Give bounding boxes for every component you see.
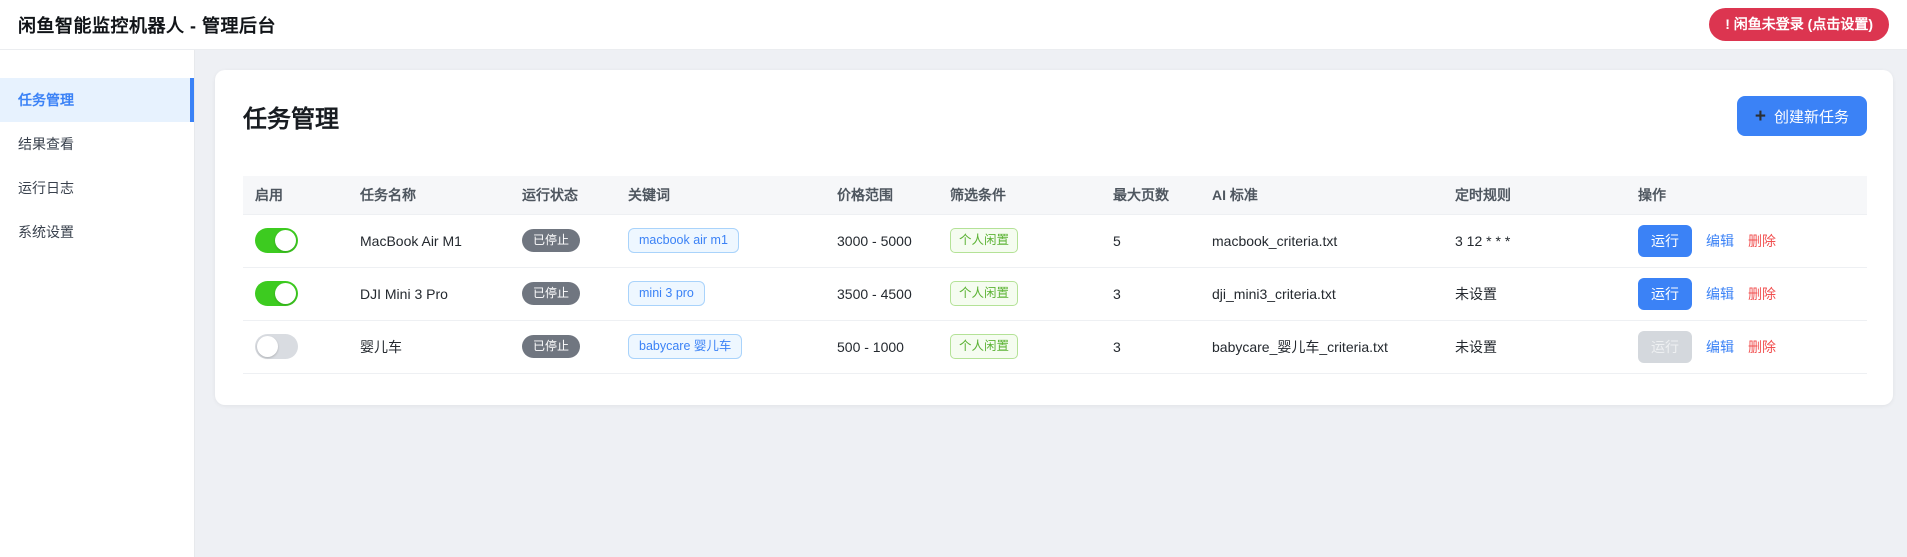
task-name: MacBook Air M1: [348, 214, 510, 267]
run-button: 运行: [1638, 331, 1692, 363]
task-management-card: 任务管理 + 创建新任务 启用 任务名称 运行状态: [215, 70, 1893, 405]
edit-button[interactable]: 编辑: [1706, 337, 1734, 357]
status-badge: 已停止: [522, 335, 580, 357]
status-badge: 已停止: [522, 282, 580, 304]
col-ai-criteria: AI 标准: [1200, 176, 1443, 214]
task-name: DJI Mini 3 Pro: [348, 267, 510, 320]
sidebar-item-settings[interactable]: 系统设置: [0, 210, 194, 254]
main-content: 任务管理 + 创建新任务 启用 任务名称 运行状态: [195, 50, 1907, 557]
edit-button[interactable]: 编辑: [1706, 284, 1734, 304]
sidebar-item-label: 系统设置: [18, 222, 74, 242]
table-row: DJI Mini 3 Pro 已停止 mini 3 pro 3500 - 450…: [243, 267, 1867, 320]
task-table: 启用 任务名称 运行状态 关键词 价格范围 筛选条件 最大页数 AI 标准 定时…: [243, 176, 1867, 374]
enable-toggle[interactable]: [255, 281, 298, 306]
filter-tag: 个人闲置: [950, 334, 1018, 358]
schedule-rule: 未设置: [1443, 267, 1626, 320]
col-task-name: 任务名称: [348, 176, 510, 214]
create-task-label: 创建新任务: [1774, 106, 1849, 127]
delete-button[interactable]: 删除: [1748, 337, 1776, 357]
filter-tag: 个人闲置: [950, 228, 1018, 252]
sidebar-item-results[interactable]: 结果查看: [0, 122, 194, 166]
keyword-tag: babycare 婴儿车: [628, 334, 742, 359]
table-row: 婴儿车 已停止 babycare 婴儿车 500 - 1000 个人闲置 3 b…: [243, 320, 1867, 373]
max-pages: 3: [1101, 267, 1200, 320]
col-schedule: 定时规则: [1443, 176, 1626, 214]
max-pages: 3: [1101, 320, 1200, 373]
col-enable: 启用: [243, 176, 348, 214]
schedule-rule: 3 12 * * *: [1443, 214, 1626, 267]
schedule-rule: 未设置: [1443, 320, 1626, 373]
col-price-range: 价格范围: [825, 176, 938, 214]
delete-button[interactable]: 删除: [1748, 284, 1776, 304]
ai-criteria-file: dji_mini3_criteria.txt: [1200, 267, 1443, 320]
price-range: 3500 - 4500: [825, 267, 938, 320]
status-badge: 已停止: [522, 229, 580, 251]
toggle-knob: [257, 336, 278, 357]
sidebar-item-label: 任务管理: [18, 90, 74, 110]
col-run-status: 运行状态: [510, 176, 616, 214]
app-title: 闲鱼智能监控机器人 - 管理后台: [18, 12, 276, 38]
sidebar-item-logs[interactable]: 运行日志: [0, 166, 194, 210]
sidebar-item-label: 结果查看: [18, 134, 74, 154]
keyword-tag: macbook air m1: [628, 228, 739, 253]
run-button[interactable]: 运行: [1638, 225, 1692, 257]
task-name: 婴儿车: [348, 320, 510, 373]
ai-criteria-file: macbook_criteria.txt: [1200, 214, 1443, 267]
filter-tag: 个人闲置: [950, 281, 1018, 305]
price-range: 3000 - 5000: [825, 214, 938, 267]
col-filter: 筛选条件: [938, 176, 1101, 214]
price-range: 500 - 1000: [825, 320, 938, 373]
login-warning-badge[interactable]: ! 闲鱼未登录 (点击设置): [1709, 8, 1889, 40]
create-task-button[interactable]: + 创建新任务: [1737, 96, 1867, 136]
enable-toggle[interactable]: [255, 228, 298, 253]
sidebar-item-task-management[interactable]: 任务管理: [0, 78, 194, 122]
keyword-tag: mini 3 pro: [628, 281, 705, 306]
sidebar-item-label: 运行日志: [18, 178, 74, 198]
col-keyword: 关键词: [616, 176, 825, 214]
edit-button[interactable]: 编辑: [1706, 231, 1734, 251]
top-bar: 闲鱼智能监控机器人 - 管理后台 ! 闲鱼未登录 (点击设置): [0, 0, 1907, 50]
page-title: 任务管理: [243, 99, 339, 134]
toggle-knob: [275, 283, 296, 304]
delete-button[interactable]: 删除: [1748, 231, 1776, 251]
max-pages: 5: [1101, 214, 1200, 267]
ai-criteria-file: babycare_婴儿车_criteria.txt: [1200, 320, 1443, 373]
plus-icon: +: [1755, 107, 1766, 126]
toggle-knob: [275, 230, 296, 251]
sidebar: 任务管理 结果查看 运行日志 系统设置: [0, 50, 195, 557]
enable-toggle[interactable]: [255, 334, 298, 359]
col-actions: 操作: [1626, 176, 1867, 214]
table-header-row: 启用 任务名称 运行状态 关键词 价格范围 筛选条件 最大页数 AI 标准 定时…: [243, 176, 1867, 214]
run-button[interactable]: 运行: [1638, 278, 1692, 310]
table-row: MacBook Air M1 已停止 macbook air m1 3000 -…: [243, 214, 1867, 267]
col-max-pages: 最大页数: [1101, 176, 1200, 214]
